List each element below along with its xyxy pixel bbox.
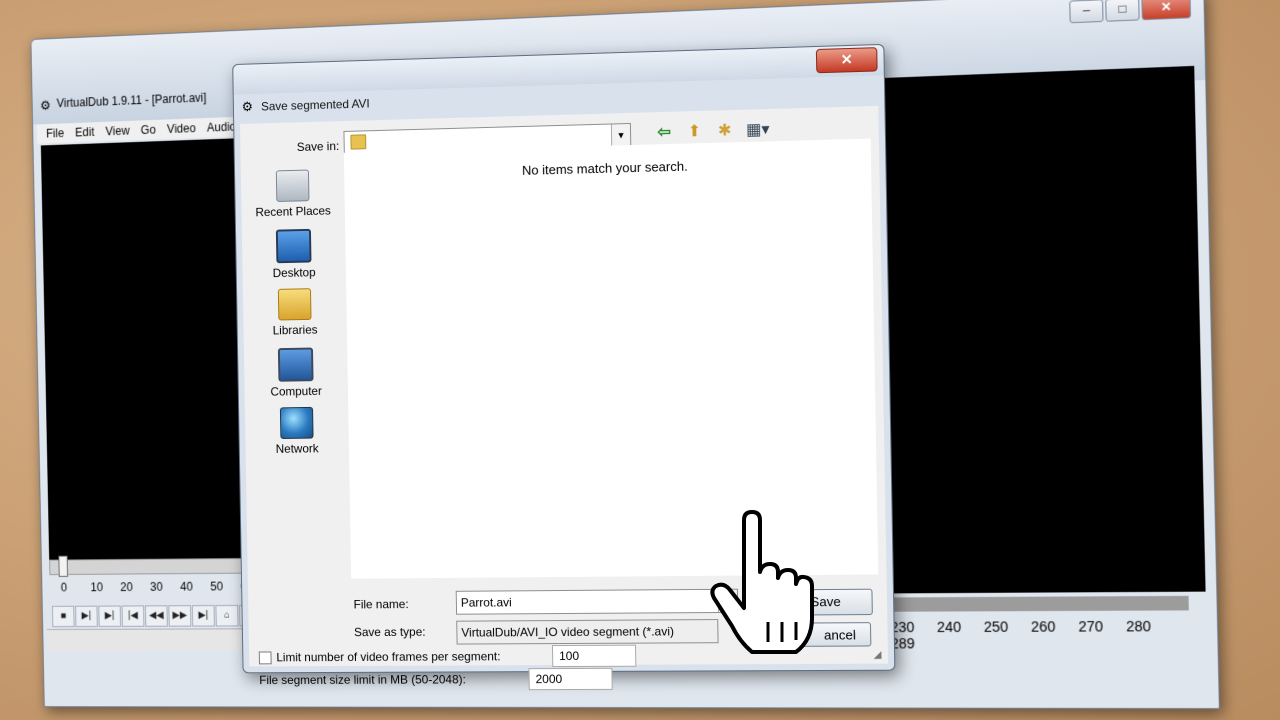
virtualdub-icon: ⚙ — [39, 97, 51, 113]
timeline-ticks-right: 230 240 250 260 270 280 289 — [890, 618, 1217, 652]
timeline-thumb[interactable] — [58, 555, 69, 577]
timeline-ticks-left: 0102030405060 — [61, 579, 271, 594]
step-back-icon[interactable]: ◀◀ — [144, 605, 168, 627]
go-start-icon[interactable]: |◀ — [121, 605, 145, 627]
recent-places-icon — [275, 169, 310, 202]
places-bar: Recent Places Desktop Libraries Computer… — [249, 169, 342, 467]
file-name-value: Parrot.avi — [460, 595, 512, 610]
tick-label: 30 — [150, 580, 163, 594]
place-label: Desktop — [272, 265, 316, 281]
menu-file[interactable]: File — [42, 126, 68, 140]
place-label: Computer — [270, 383, 322, 399]
menu-view[interactable]: View — [102, 124, 134, 139]
tick-label: 50 — [210, 579, 224, 594]
size-limit-input[interactable]: 2000 — [528, 667, 613, 691]
tick-label: 270 — [1078, 618, 1104, 635]
place-network[interactable]: Network — [253, 406, 342, 467]
play-input-icon[interactable]: ▶| — [75, 605, 98, 628]
tick-label: 230 — [890, 618, 915, 636]
limit-frames-checkbox[interactable] — [258, 651, 272, 665]
up-folder-icon[interactable]: ⬆ — [685, 123, 703, 142]
tick-label: 240 — [936, 618, 962, 636]
dialog-close-button[interactable]: ✕ — [815, 47, 878, 74]
resize-grip-icon[interactable]: ◢ — [873, 649, 881, 660]
save-as-type-value: VirtualDub/AVI_IO video segment (*.avi) — [461, 624, 675, 640]
close-button[interactable]: ✕ — [1141, 0, 1192, 21]
transport-toolbar: ■ ▶| ▶| |◀ ◀◀ ▶▶ ▶| ⌂ ⌂ — [51, 604, 263, 628]
back-arrow-icon[interactable]: ⇦ — [655, 124, 673, 143]
save-as-type-label: Save as type: — [353, 624, 426, 640]
tick-label: 10 — [90, 580, 104, 595]
chevron-down-icon[interactable]: ▼ — [610, 123, 631, 147]
frames-per-segment-value: 100 — [558, 648, 580, 664]
new-folder-icon[interactable]: ✱ — [716, 122, 735, 141]
dialog-app-icon: ⚙ — [241, 98, 254, 115]
tick-label: 250 — [983, 618, 1009, 635]
limit-frames-label: Limit number of video frames per segment… — [276, 649, 501, 665]
size-limit-value: 2000 — [535, 672, 563, 687]
tick-label: 289 — [890, 635, 916, 652]
frames-per-segment-input[interactable]: 100 — [551, 644, 637, 668]
place-label: Recent Places — [255, 203, 331, 220]
maximize-button[interactable]: □ — [1105, 0, 1140, 22]
step-forward-icon[interactable]: ▶▶ — [168, 605, 192, 627]
tick-label: 20 — [120, 580, 133, 594]
stop-icon[interactable]: ■ — [51, 605, 75, 628]
tick-label: 40 — [180, 579, 193, 594]
menu-edit[interactable]: Edit — [71, 125, 98, 140]
minimize-button[interactable]: – — [1069, 0, 1104, 24]
tick-label: 280 — [1125, 617, 1152, 635]
size-limit-label: File segment size limit in MB (50-2048): — [259, 672, 467, 688]
computer-icon — [277, 347, 314, 382]
folder-icon — [350, 134, 367, 150]
status-bar — [46, 628, 259, 652]
empty-message: No items match your search. — [521, 158, 688, 178]
place-recent-places[interactable]: Recent Places — [249, 169, 338, 230]
dialog-title: Save segmented AVI — [260, 96, 370, 114]
menu-go[interactable]: Go — [137, 123, 160, 137]
place-computer[interactable]: Computer — [252, 347, 341, 408]
desktop-icon — [275, 228, 312, 264]
menu-video[interactable]: Video — [163, 121, 199, 136]
tick-label: 260 — [1030, 618, 1056, 635]
save-as-type-select[interactable]: VirtualDub/AVI_IO video segment (*.avi) — [456, 619, 719, 645]
file-name-field[interactable]: Parrot.avi ▼ — [455, 588, 739, 615]
output-video-pane — [880, 65, 1206, 594]
save-in-label: Save in: — [296, 139, 340, 155]
network-icon — [279, 406, 314, 440]
libraries-icon — [277, 288, 312, 321]
input-video-pane — [40, 138, 246, 560]
hand-cursor-icon — [710, 510, 814, 654]
dialog-toolbar: ⇦ ⬆ ✱ ▦▾ — [655, 121, 770, 143]
place-label: Network — [275, 441, 319, 456]
timeline-track-right[interactable] — [893, 595, 1189, 612]
file-name-label: File name: — [353, 597, 409, 612]
timeline-track[interactable] — [49, 557, 258, 576]
tick-label: 0 — [60, 580, 68, 595]
place-libraries[interactable]: Libraries — [251, 288, 340, 349]
view-menu-icon[interactable]: ▦▾ — [746, 121, 770, 140]
go-end-icon[interactable]: ▶| — [191, 605, 215, 627]
place-desktop[interactable]: Desktop — [250, 228, 339, 289]
play-output-icon[interactable]: ▶| — [98, 605, 122, 627]
prev-key-icon[interactable]: ⌂ — [215, 604, 239, 627]
place-label: Libraries — [272, 322, 318, 338]
